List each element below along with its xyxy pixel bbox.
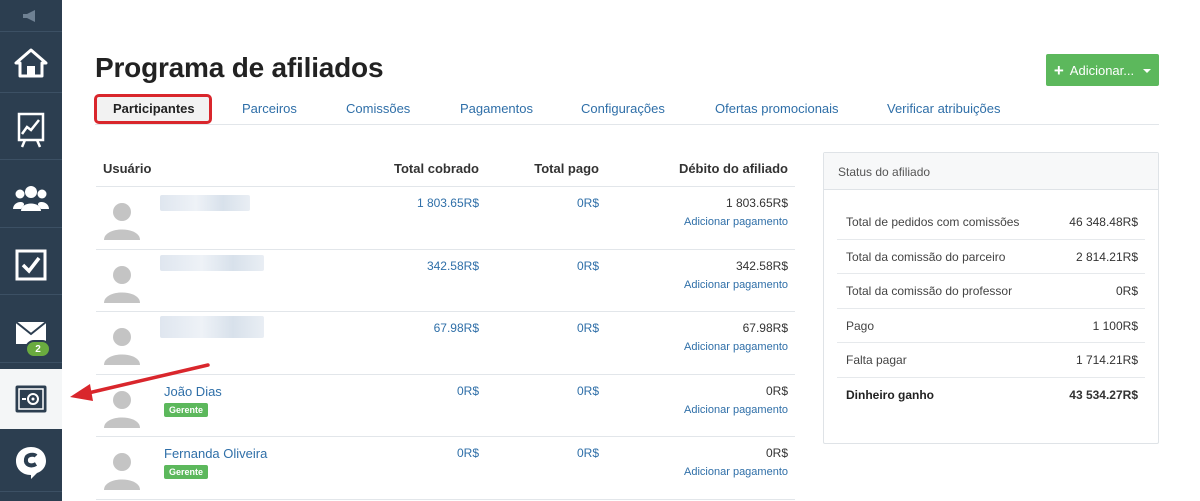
user-name-link[interactable]: João Dias (164, 384, 222, 399)
avatar-placeholder-icon (104, 453, 140, 490)
add-payment-link[interactable]: Adicionar pagamento (684, 404, 788, 416)
add-payment-link[interactable]: Adicionar pagamento (684, 279, 788, 291)
avatar-placeholder-icon (104, 390, 140, 428)
stat-label: Total da comissão do professor (846, 284, 1013, 298)
caret-down-icon (1143, 68, 1152, 73)
tab-promo-offers[interactable]: Ofertas promocionais (715, 95, 839, 123)
stat-label: Total de pedidos com comissões (846, 215, 1020, 229)
panel-title: Status do afiliado (824, 153, 1158, 190)
blurred-user-name (160, 316, 264, 338)
total-charged-value[interactable]: 67.98R$ (434, 321, 479, 335)
debit-value: 67.98R$ (742, 321, 788, 335)
avatar-placeholder-icon (104, 328, 140, 365)
sidebar-item-users[interactable] (0, 168, 62, 228)
sidebar: 2 (0, 0, 62, 501)
checkbox-icon (15, 249, 47, 280)
sidebar-item-home[interactable] (0, 33, 62, 93)
debit-value: 0R$ (765, 383, 788, 398)
debit-value: 1 803.65R$ (725, 196, 788, 210)
page-title: Programa de afiliados (95, 52, 384, 83)
tab-partners[interactable]: Parceiros (242, 95, 297, 123)
avatar-placeholder-icon (104, 265, 140, 303)
header-debit: Débito do afiliado (678, 161, 788, 176)
stat-row: Total da comissão do parceiro 2 814.21R$ (837, 240, 1145, 274)
header-total-paid: Total pago (534, 161, 599, 176)
total-charged-value[interactable]: 1 803.65R$ (417, 196, 479, 210)
tab-participants[interactable]: Participantes (97, 96, 211, 122)
sidebar-item-tasks[interactable] (0, 235, 62, 295)
add-payment-link[interactable]: Adicionar pagamento (684, 341, 788, 353)
users-icon (13, 185, 49, 211)
debit-value: 0R$ (765, 446, 788, 460)
sidebar-item-chat[interactable] (0, 432, 62, 492)
blurred-user-name (160, 254, 264, 271)
messages-count-badge: 2 (25, 340, 51, 358)
stat-row-total: Dinheiro ganho 43 534.27R$ (837, 378, 1145, 413)
blurred-user-name (160, 195, 250, 211)
table-row: Fernanda Oliveira Gerente 0R$ 0R$ 0R$ Ad… (96, 437, 795, 500)
user-name-link[interactable]: Fernanda Oliveira (164, 446, 267, 461)
total-paid-value[interactable]: 0R$ (577, 321, 599, 335)
stat-value: 0R$ (1115, 284, 1138, 298)
stat-row: Total de pedidos com comissões 46 348.48… (837, 205, 1145, 240)
sidebar-collapse-toggle[interactable] (0, 0, 62, 32)
stat-value: 43 534.27R$ (1069, 387, 1138, 402)
megaphone-icon (23, 9, 35, 22)
total-paid-value[interactable]: 0R$ (577, 196, 599, 210)
table-header: Usuário Total cobrado Total pago Débito … (96, 152, 795, 187)
add-payment-link[interactable]: Adicionar pagamento (684, 216, 788, 228)
table-row: 67.98R$ 0R$ 67.98R$ Adicionar pagamento (96, 312, 795, 375)
sidebar-item-messages[interactable]: 2 (0, 303, 62, 363)
safe-icon (15, 385, 47, 413)
total-charged-value[interactable]: 0R$ (457, 446, 479, 460)
stat-label: Pago (846, 318, 875, 333)
table-row: 342.58R$ 0R$ 342.58R$ Adicionar pagament… (96, 250, 795, 312)
stat-row: Total da comissão do professor 0R$ (837, 274, 1145, 309)
role-badge: Gerente (164, 402, 209, 417)
total-charged-value[interactable]: 342.58R$ (427, 259, 479, 273)
table-row: João Dias Gerente 0R$ 0R$ 0R$ Adicionar … (96, 375, 795, 437)
home-icon (14, 48, 48, 77)
stat-row: Pago 1 100R$ (837, 309, 1145, 343)
stat-value: 1 714.21R$ (1075, 353, 1138, 367)
stat-value: 46 348.48R$ (1069, 215, 1138, 229)
add-button-label: Adicionar... (1069, 62, 1135, 78)
sidebar-item-affiliates[interactable] (0, 369, 62, 429)
plus-icon: + (1053, 60, 1064, 80)
total-paid-value[interactable]: 0R$ (577, 259, 599, 273)
stat-row: Falta pagar 1 714.21R$ (837, 343, 1145, 378)
stat-value: 1 100R$ (1092, 318, 1138, 333)
affiliate-status-panel: Status do afiliado Total de pedidos com … (823, 152, 1159, 444)
chart-board-icon (17, 112, 45, 147)
debit-value: 342.58R$ (735, 258, 788, 273)
role-badge: Gerente (164, 465, 209, 479)
participants-table: Usuário Total cobrado Total pago Débito … (96, 152, 795, 500)
avatar-placeholder-icon (104, 203, 140, 240)
sidebar-item-reports[interactable] (0, 100, 62, 160)
total-charged-value[interactable]: 0R$ (457, 384, 479, 398)
tab-commissions[interactable]: Comissões (346, 95, 410, 123)
stat-label: Dinheiro ganho (846, 387, 934, 402)
header-user: Usuário (103, 161, 152, 176)
stat-value: 2 814.21R$ (1075, 249, 1138, 264)
tab-check-attributions[interactable]: Verificar atribuições (887, 95, 1000, 123)
chat-logo-icon (16, 446, 46, 479)
table-row: 1 803.65R$ 0R$ 1 803.65R$ Adicionar paga… (96, 187, 795, 250)
tab-settings[interactable]: Configurações (581, 95, 665, 123)
tab-bar: Participantes Parceiros Comissões Pagame… (95, 95, 1159, 125)
add-button[interactable]: + Adicionar... (1046, 54, 1159, 86)
stat-label: Falta pagar (846, 353, 907, 367)
stat-label: Total da comissão do parceiro (846, 249, 1006, 264)
add-payment-link[interactable]: Adicionar pagamento (684, 466, 788, 478)
header-total-charged: Total cobrado (394, 161, 479, 176)
tab-payments[interactable]: Pagamentos (460, 95, 533, 123)
total-paid-value[interactable]: 0R$ (577, 384, 599, 398)
total-paid-value[interactable]: 0R$ (577, 446, 599, 460)
